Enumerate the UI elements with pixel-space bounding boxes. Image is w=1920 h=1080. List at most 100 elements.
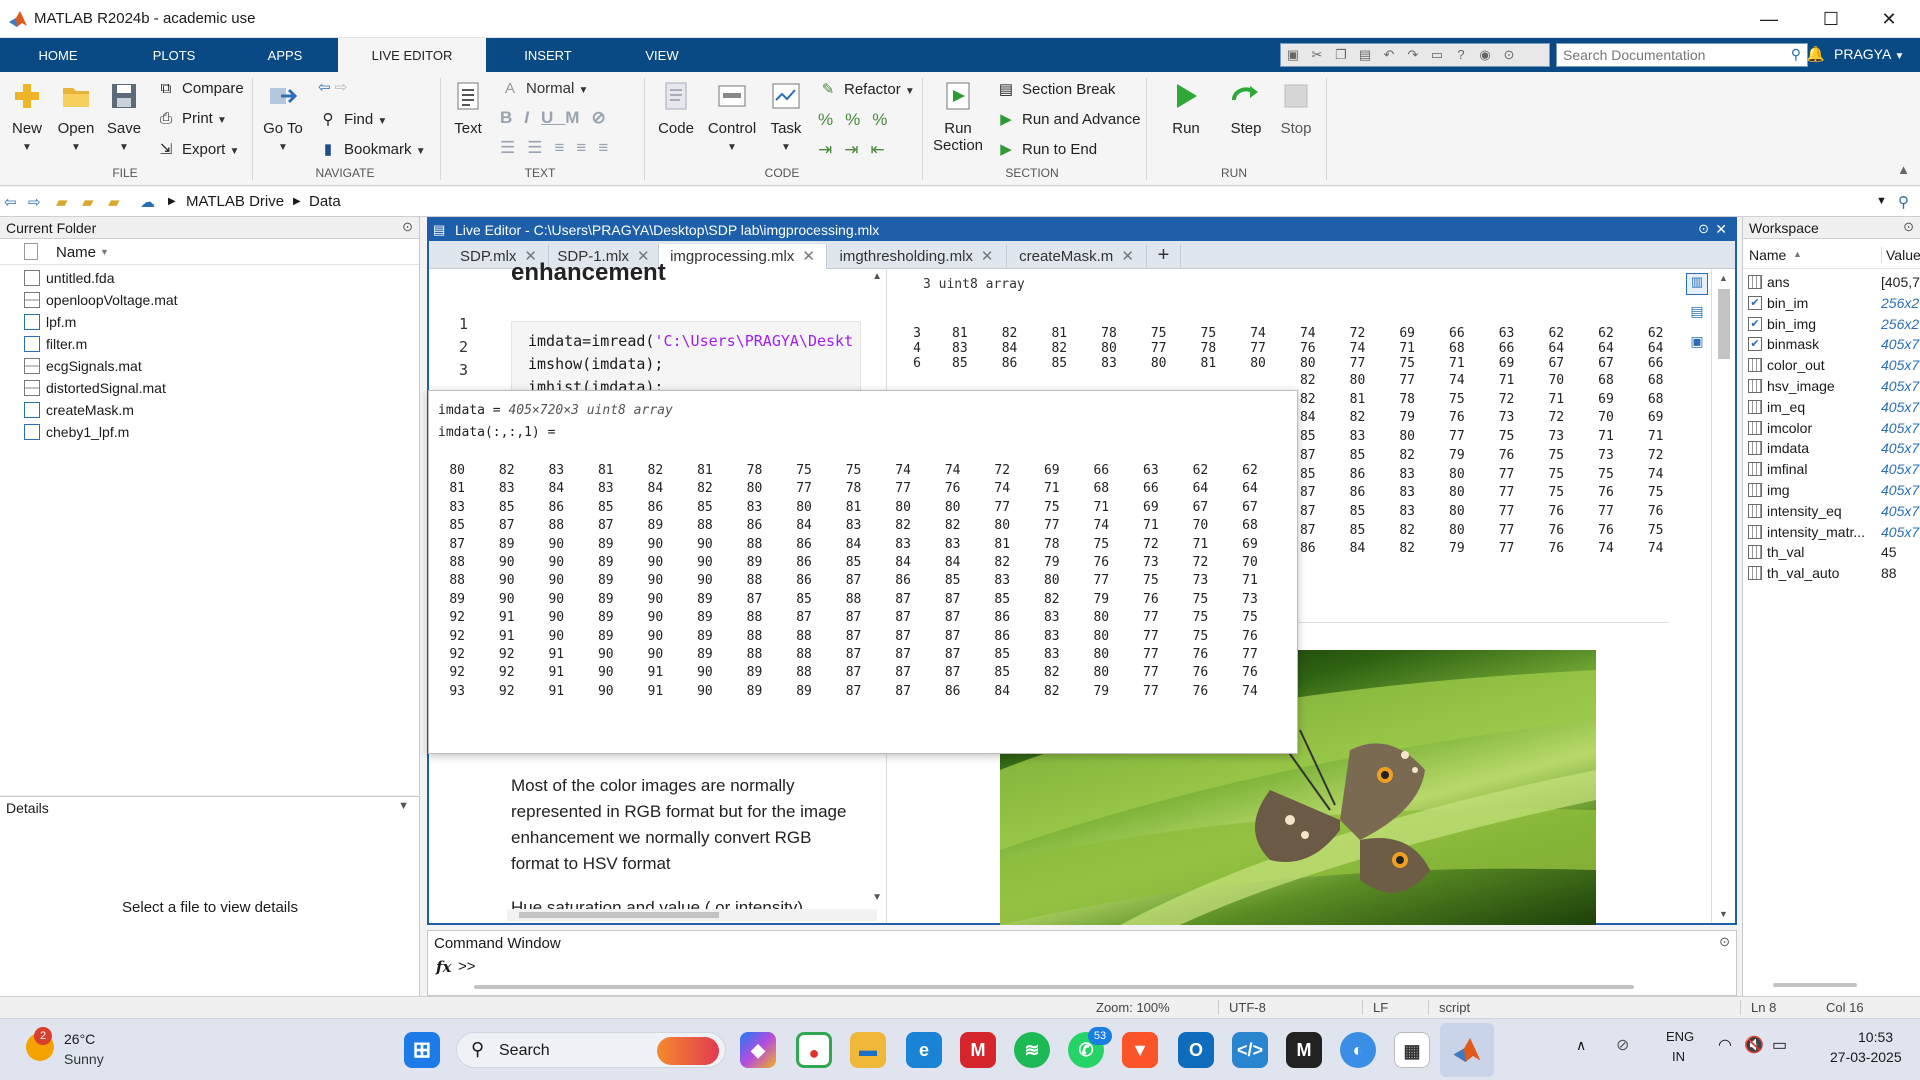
save-icon[interactable]: ▣ <box>1281 44 1305 66</box>
tab-plots[interactable]: PLOTS <box>116 38 232 72</box>
editor-menu-icon[interactable]: ⊙ <box>1698 221 1709 237</box>
file-item[interactable]: ecgSignals.mat <box>24 358 142 374</box>
comment-icon[interactable]: % <box>818 110 845 129</box>
output-inline-icon[interactable]: ▤ <box>1686 303 1708 325</box>
scroll-thumb[interactable] <box>519 912 719 918</box>
outlook-icon[interactable]: O <box>1178 1032 1214 1068</box>
panel-menu-icon[interactable]: ⊙ <box>1903 219 1914 235</box>
edge-icon[interactable]: e <box>906 1032 942 1068</box>
tab-insert[interactable]: INSERT <box>486 38 610 72</box>
run-section-button[interactable]: Run Section <box>930 80 986 154</box>
copy-icon[interactable]: ❐ <box>1329 44 1353 66</box>
undo-icon[interactable]: ↶ <box>1377 44 1401 66</box>
tab-live-editor[interactable]: LIVE EDITOR <box>338 38 486 72</box>
vertical-scrollbar[interactable]: ▲ ▼ <box>1711 269 1735 923</box>
file-item[interactable]: createMask.m <box>24 402 134 418</box>
align-center-icon[interactable]: ≡ <box>576 138 598 157</box>
output-on-right-icon[interactable]: ▥ <box>1686 273 1708 295</box>
copilot-icon[interactable]: ◆ <box>740 1032 776 1068</box>
paste-icon[interactable]: ▤ <box>1353 44 1377 66</box>
forward-icon[interactable]: ⇨ <box>28 193 41 211</box>
breadcrumb-drive[interactable]: MATLAB Drive <box>186 193 284 210</box>
print-button[interactable]: ⎙ Print ▼ <box>156 110 227 127</box>
region-label[interactable]: IN <box>1672 1049 1685 1064</box>
scroll-up-icon[interactable]: ▲ <box>872 271 882 282</box>
panel-menu-icon[interactable]: ⊙ <box>402 219 413 235</box>
breadcrumb-folder[interactable]: Data <box>309 193 341 210</box>
horizontal-scrollbar[interactable] <box>507 909 877 921</box>
brave-icon[interactable]: ▼ <box>1122 1032 1158 1068</box>
tab-imgprocessing[interactable]: imgprocessing.mlx ✕ <box>659 244 827 269</box>
chevron-down-icon[interactable]: ▼ <box>1876 195 1887 207</box>
text-button[interactable]: Text <box>448 80 488 137</box>
file-item[interactable]: filter.m <box>24 336 87 352</box>
bookmark-button[interactable]: ▮ Bookmark ▼ <box>318 140 426 158</box>
hide-code-icon[interactable]: ▣ <box>1686 333 1708 355</box>
scroll-thumb[interactable] <box>1718 289 1730 359</box>
bold-icon[interactable]: B <box>500 108 524 127</box>
spotify-icon[interactable]: ≋ <box>1014 1032 1050 1068</box>
browse-folder-icon[interactable]: ▰ <box>82 193 94 211</box>
text-style-dropdown[interactable]: A Normal ▼ <box>500 80 588 97</box>
wrap-comments-icon[interactable]: % <box>872 110 899 129</box>
weather-temperature[interactable]: 26°C <box>64 1031 95 1047</box>
clear-format-icon[interactable]: ⊘ <box>591 108 617 127</box>
tab-home[interactable]: HOME <box>0 38 116 72</box>
help-icon[interactable]: ? <box>1449 44 1473 66</box>
new-tab-button[interactable]: + <box>1147 244 1181 269</box>
up-folder-icon[interactable]: ▰ <box>56 193 68 211</box>
close-tab-icon[interactable]: ✕ <box>802 248 815 265</box>
workspace-variable[interactable]: intensity_eq 405x7 <box>1743 501 1920 522</box>
step-button[interactable]: Step <box>1226 80 1266 137</box>
tab-apps[interactable]: APPS <box>232 38 338 72</box>
weather-description[interactable]: Sunny <box>64 1051 104 1067</box>
scroll-down-icon[interactable]: ▼ <box>1719 909 1728 919</box>
run-and-advance-button[interactable]: ▶ Run and Advance <box>996 110 1140 128</box>
maximize-button[interactable]: ☐ <box>1808 6 1854 32</box>
align-left-icon[interactable]: ≡ <box>555 138 577 157</box>
italic-icon[interactable]: I <box>524 108 541 127</box>
switch-windows-icon[interactable]: ▭ <box>1425 44 1449 66</box>
matlab-taskbar-button[interactable] <box>1440 1023 1494 1077</box>
section-break-button[interactable]: ▤ Section Break <box>996 80 1115 98</box>
chrome-icon[interactable]: ● <box>796 1032 832 1068</box>
horizontal-scrollbar[interactable] <box>474 985 1634 989</box>
workspace-variable[interactable]: ✔ bin_im 256x2 <box>1743 293 1920 314</box>
run-to-end-button[interactable]: ▶ Run to End <box>996 140 1097 158</box>
file-item[interactable]: untitled.fda <box>24 270 115 286</box>
vscode-icon[interactable]: </> <box>1232 1032 1268 1068</box>
redo-icon[interactable]: ↷ <box>1401 44 1425 66</box>
workspace-variable[interactable]: img 405x7 <box>1743 480 1920 501</box>
run-button[interactable]: Run <box>1166 80 1206 137</box>
workspace-variable[interactable]: imdata 405x7 <box>1743 438 1920 459</box>
command-input[interactable]: fx >> <box>432 955 1732 979</box>
close-tab-icon[interactable]: ✕ <box>1121 248 1134 265</box>
underline-icon[interactable]: U <box>541 108 565 127</box>
code-button[interactable]: Code <box>654 80 698 137</box>
close-tab-icon[interactable]: ✕ <box>981 248 994 265</box>
uncomment-icon[interactable]: % <box>845 110 872 129</box>
align-right-icon[interactable]: ≡ <box>598 138 620 157</box>
close-button[interactable]: ✕ <box>1866 6 1912 32</box>
tab-view[interactable]: VIEW <box>610 38 714 72</box>
store-icon[interactable]: ▦ <box>1394 1032 1430 1068</box>
file-explorer-icon[interactable]: ▬ <box>850 1032 886 1068</box>
file-item[interactable]: lpf.m <box>24 314 76 330</box>
file-item[interactable]: distortedSignal.mat <box>24 380 166 396</box>
chevron-down-icon[interactable]: ▼ <box>398 800 409 812</box>
workspace-variable[interactable]: color_out 405x7 <box>1743 355 1920 376</box>
user-menu[interactable]: PRAGYA ▼ <box>1834 46 1904 62</box>
scroll-down-icon[interactable]: ▼ <box>872 892 882 903</box>
workspace-variable[interactable]: imfinal 405x7 <box>1743 459 1920 480</box>
workspace-variable[interactable]: ✔ binmask 405x7 <box>1743 334 1920 355</box>
search-documentation-input[interactable]: Search Documentation ⚲ <box>1556 43 1808 67</box>
bell-icon[interactable]: 🔔 <box>1806 45 1825 63</box>
file-item[interactable]: openloopVoltage.mat <box>24 292 178 308</box>
clock-time[interactable]: 10:53 <box>1858 1029 1893 1045</box>
find-button[interactable]: ⚲ Find ▼ <box>318 110 388 128</box>
clock-date[interactable]: 27-03-2025 <box>1830 1049 1902 1065</box>
windows-start-icon[interactable]: ⊞ <box>404 1032 440 1068</box>
workspace-variable[interactable]: intensity_matr... 405x7 <box>1743 522 1920 543</box>
goto-button[interactable]: Go To ▼ <box>260 80 306 154</box>
language-label[interactable]: ENG <box>1666 1029 1694 1044</box>
